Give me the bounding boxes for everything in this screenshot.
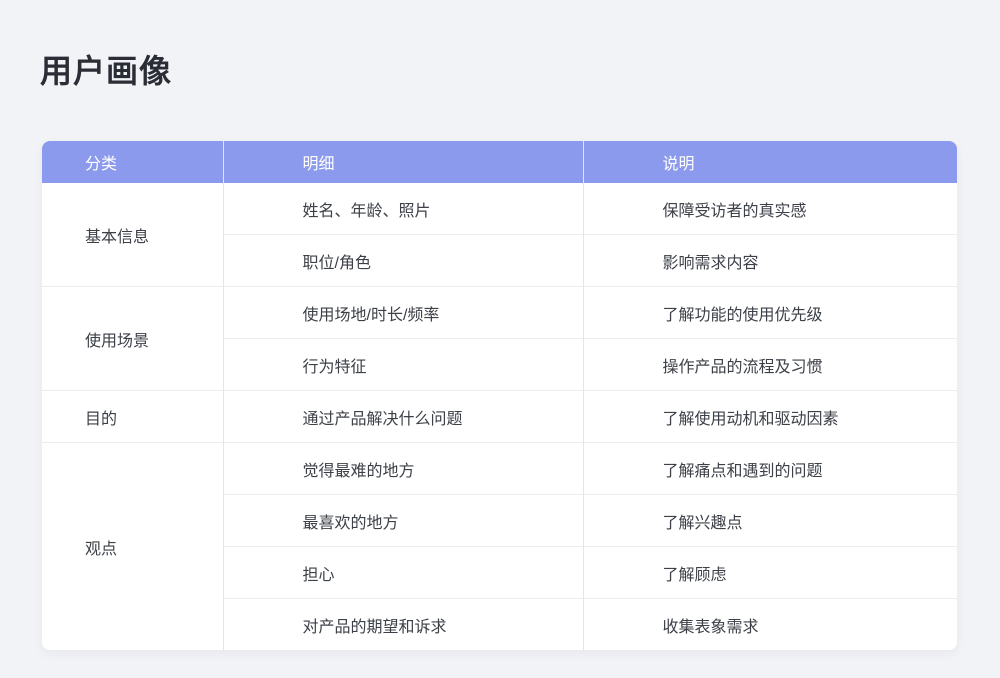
- table-body: 基本信息 姓名、年龄、照片 保障受访者的真实感 职位/角色 影响需求内容 使用场…: [42, 183, 957, 650]
- page: 用户画像 分类 明细 说明 基本信息 姓名、年龄、照片 保障受访者的真实感: [0, 0, 1000, 678]
- page-title: 用户画像: [40, 52, 172, 90]
- description-cell: 收集表象需求: [583, 599, 957, 651]
- category-cell-usage-scenario: 使用场景: [42, 287, 223, 391]
- user-persona-table: 分类 明细 说明 基本信息 姓名、年龄、照片 保障受访者的真实感 职位/角色 影…: [42, 141, 957, 650]
- description-cell: 了解使用动机和驱动因素: [583, 391, 957, 443]
- column-header-category: 分类: [42, 141, 223, 183]
- category-cell-purpose: 目的: [42, 391, 223, 443]
- column-header-description: 说明: [583, 141, 957, 183]
- description-cell: 了解顾虑: [583, 547, 957, 599]
- detail-cell: 最喜欢的地方: [223, 495, 583, 547]
- detail-cell: 对产品的期望和诉求: [223, 599, 583, 651]
- description-cell: 影响需求内容: [583, 235, 957, 287]
- detail-cell: 觉得最难的地方: [223, 443, 583, 495]
- detail-cell: 职位/角色: [223, 235, 583, 287]
- table-row: 使用场景 使用场地/时长/频率 了解功能的使用优先级: [42, 287, 957, 339]
- detail-cell: 担心: [223, 547, 583, 599]
- column-header-detail: 明细: [223, 141, 583, 183]
- category-cell-basic-info: 基本信息: [42, 183, 223, 287]
- detail-cell: 通过产品解决什么问题: [223, 391, 583, 443]
- user-persona-table-card: 分类 明细 说明 基本信息 姓名、年龄、照片 保障受访者的真实感 职位/角色 影…: [42, 141, 957, 650]
- description-cell: 操作产品的流程及习惯: [583, 339, 957, 391]
- table-row: 目的 通过产品解决什么问题 了解使用动机和驱动因素: [42, 391, 957, 443]
- description-cell: 保障受访者的真实感: [583, 183, 957, 235]
- header-row: 分类 明细 说明: [42, 141, 957, 183]
- detail-cell: 使用场地/时长/频率: [223, 287, 583, 339]
- table-row: 基本信息 姓名、年龄、照片 保障受访者的真实感: [42, 183, 957, 235]
- category-cell-viewpoints: 观点: [42, 443, 223, 651]
- detail-cell: 行为特征: [223, 339, 583, 391]
- table-header: 分类 明细 说明: [42, 141, 957, 183]
- detail-cell: 姓名、年龄、照片: [223, 183, 583, 235]
- description-cell: 了解痛点和遇到的问题: [583, 443, 957, 495]
- description-cell: 了解兴趣点: [583, 495, 957, 547]
- table-row: 观点 觉得最难的地方 了解痛点和遇到的问题: [42, 443, 957, 495]
- description-cell: 了解功能的使用优先级: [583, 287, 957, 339]
